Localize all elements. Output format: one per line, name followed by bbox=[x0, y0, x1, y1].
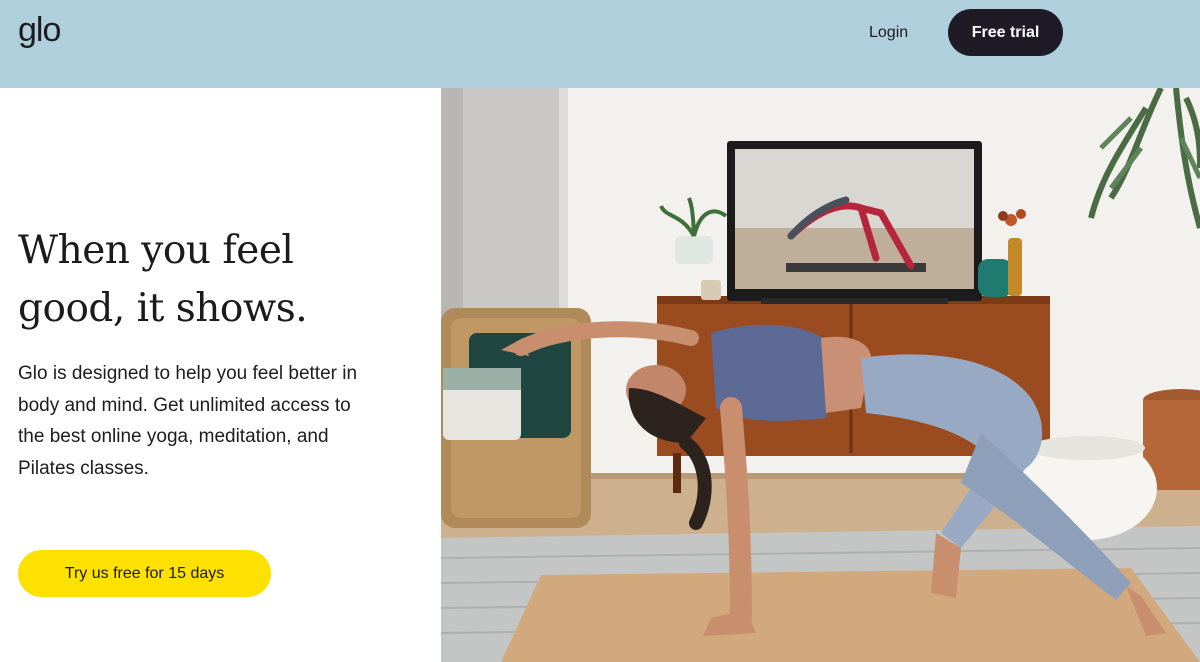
hero-description: Glo is designed to help you feel better … bbox=[18, 363, 358, 479]
glo-logo[interactable]: glo bbox=[18, 10, 61, 50]
site-header: glo Login Free trial bbox=[0, 0, 1200, 88]
headline-line-2: good, it shows. bbox=[18, 286, 308, 331]
try-free-button[interactable]: Try us free for 15 days bbox=[18, 550, 271, 597]
free-trial-button[interactable]: Free trial bbox=[948, 9, 1063, 56]
headline-line-1: When you feel bbox=[18, 228, 294, 273]
hero-headline: When you feel good, it shows. bbox=[18, 222, 418, 338]
hero-yoga-photo bbox=[441, 88, 1200, 662]
login-link[interactable]: Login bbox=[869, 23, 908, 43]
